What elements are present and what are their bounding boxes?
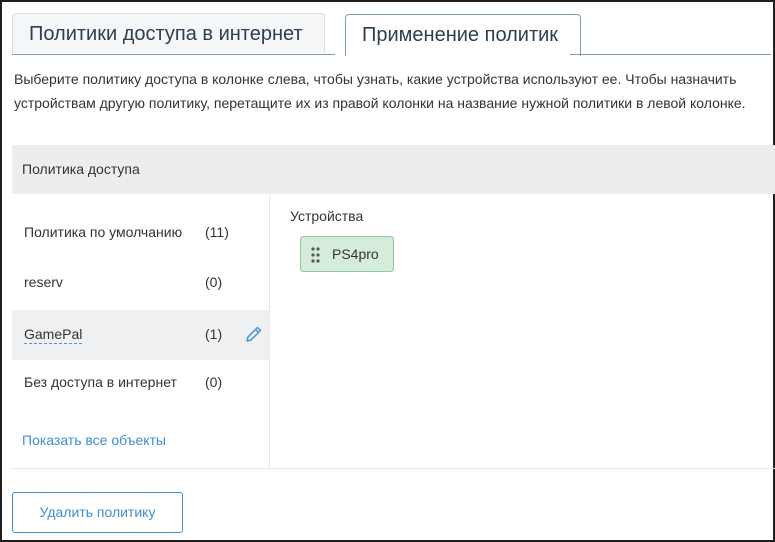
tab-apply-policies[interactable]: Применение политик: [345, 14, 581, 56]
table-bottom-divider: [12, 468, 775, 469]
tab-divider: [570, 54, 771, 55]
tab-bar: Политики доступа в интернет Применение п…: [12, 13, 773, 56]
policy-count: (1): [205, 326, 223, 342]
show-all-link[interactable]: Показать все объекты: [22, 432, 166, 448]
tab-divider: [12, 54, 335, 55]
device-chip[interactable]: PS4pro: [300, 236, 394, 272]
drag-handle-icon[interactable]: [311, 247, 320, 263]
policy-item-default[interactable]: Политика по умолчанию (11): [12, 208, 269, 258]
policy-name: reserv: [24, 274, 63, 290]
column-header-policy: Политика доступа: [22, 161, 140, 177]
tab-label: Политики доступа в интернет: [29, 23, 303, 45]
policy-count: (0): [205, 274, 223, 290]
policy-item-no-internet[interactable]: Без доступа в интернет (0): [12, 358, 269, 408]
policy-name: Без доступа в интернет: [24, 374, 177, 390]
pencil-icon[interactable]: [244, 324, 264, 344]
window-frame: Политики доступа в интернет Применение п…: [0, 0, 775, 542]
policy-list: Политика по умолчанию (11) reserv (0) Ga…: [12, 194, 270, 469]
instructions-text: Выберите политику доступа в колонке слев…: [14, 71, 746, 111]
tab-label: Применение политик: [362, 24, 559, 46]
policy-item-reserv[interactable]: reserv (0): [12, 258, 269, 308]
delete-policy-button[interactable]: Удалить политику: [12, 492, 183, 533]
policy-count: (0): [205, 374, 223, 390]
policy-item-gamepal[interactable]: GamePal (1): [12, 310, 269, 360]
policy-name: Политика по умолчанию: [24, 224, 183, 240]
tab-internet-access-policies[interactable]: Политики доступа в интернет: [12, 13, 325, 53]
policy-count: (11): [205, 224, 229, 240]
policy-name[interactable]: GamePal: [24, 326, 83, 344]
device-name: PS4pro: [332, 246, 379, 262]
policy-table-header: Политика доступа: [12, 145, 775, 194]
devices-label: Устройства: [290, 208, 364, 224]
